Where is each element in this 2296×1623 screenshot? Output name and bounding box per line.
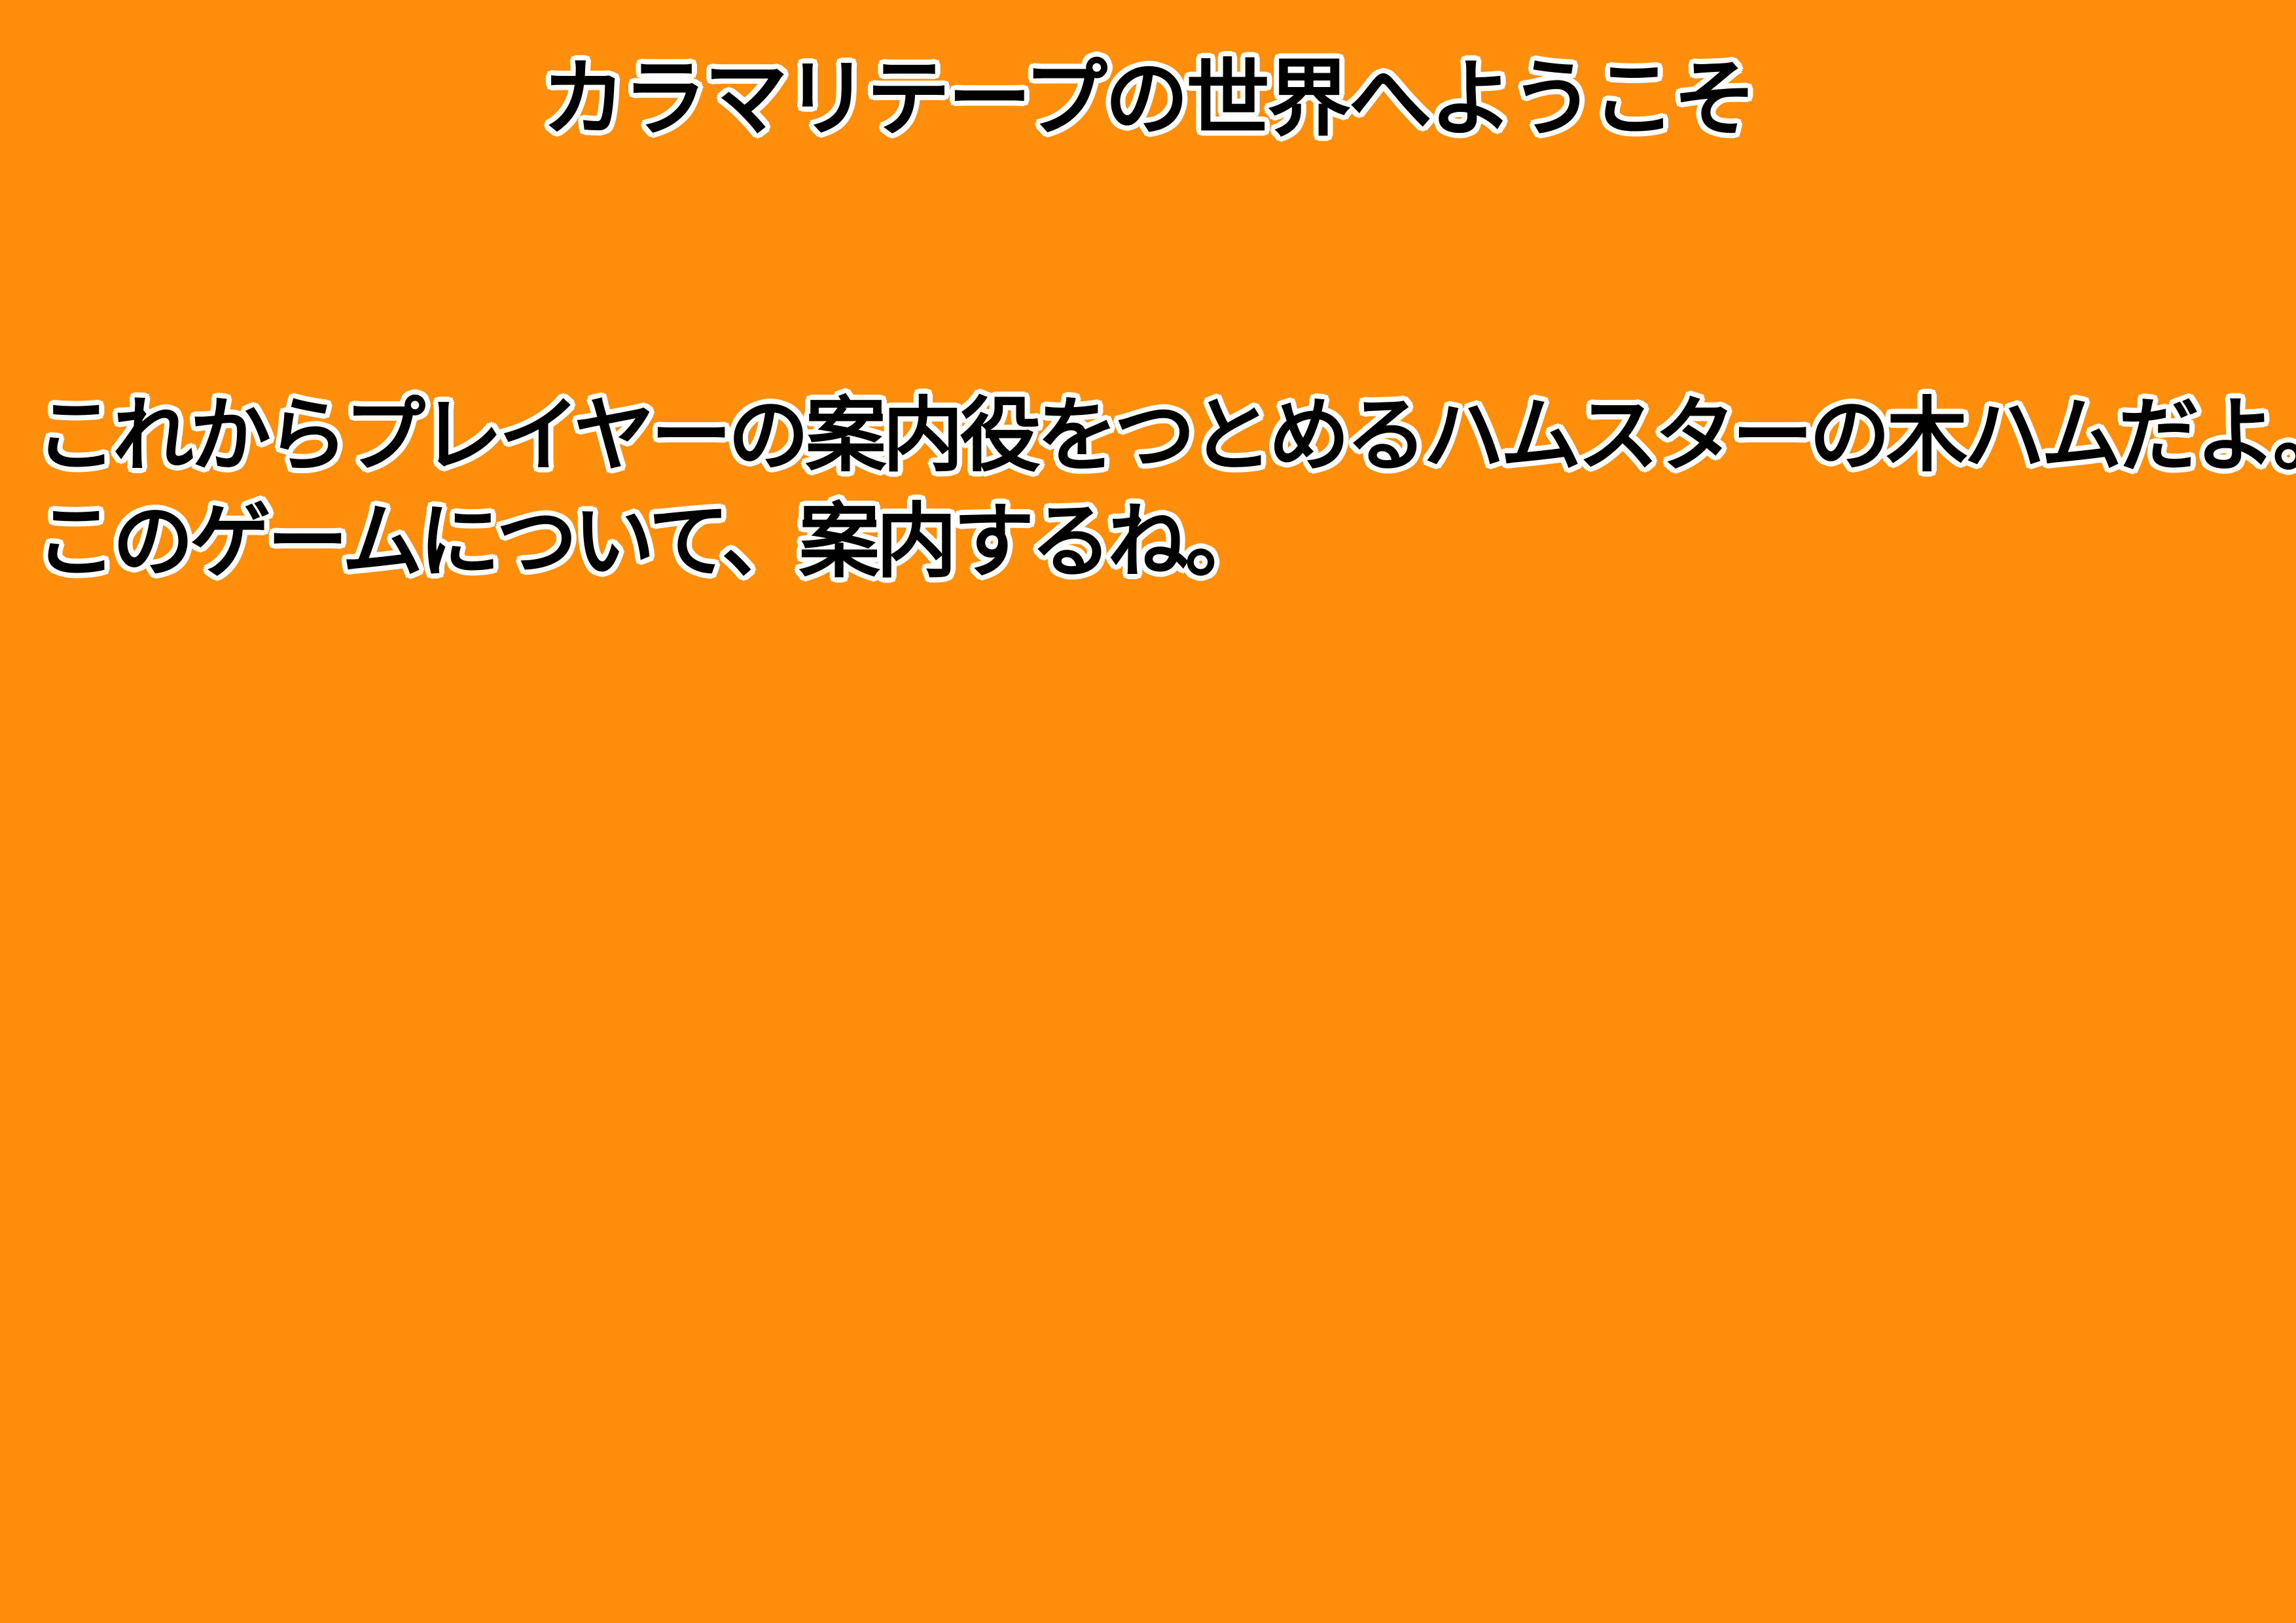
slide-canvas: カラマリテープの世界へようこそ これからプレイヤーの案内役をつとめるハムスターの…: [0, 0, 2296, 1623]
slide-title: カラマリテープの世界へようこそ: [541, 50, 1757, 148]
intro-text-block: これからプレイヤーの案内役をつとめるハムスターの木ハムだよ。 このゲームについて…: [35, 383, 2296, 595]
intro-line-1: これからプレイヤーの案内役をつとめるハムスターの木ハムだよ。: [35, 389, 2296, 483]
intro-line-2: このゲームについて、案内するね。: [35, 495, 1266, 589]
